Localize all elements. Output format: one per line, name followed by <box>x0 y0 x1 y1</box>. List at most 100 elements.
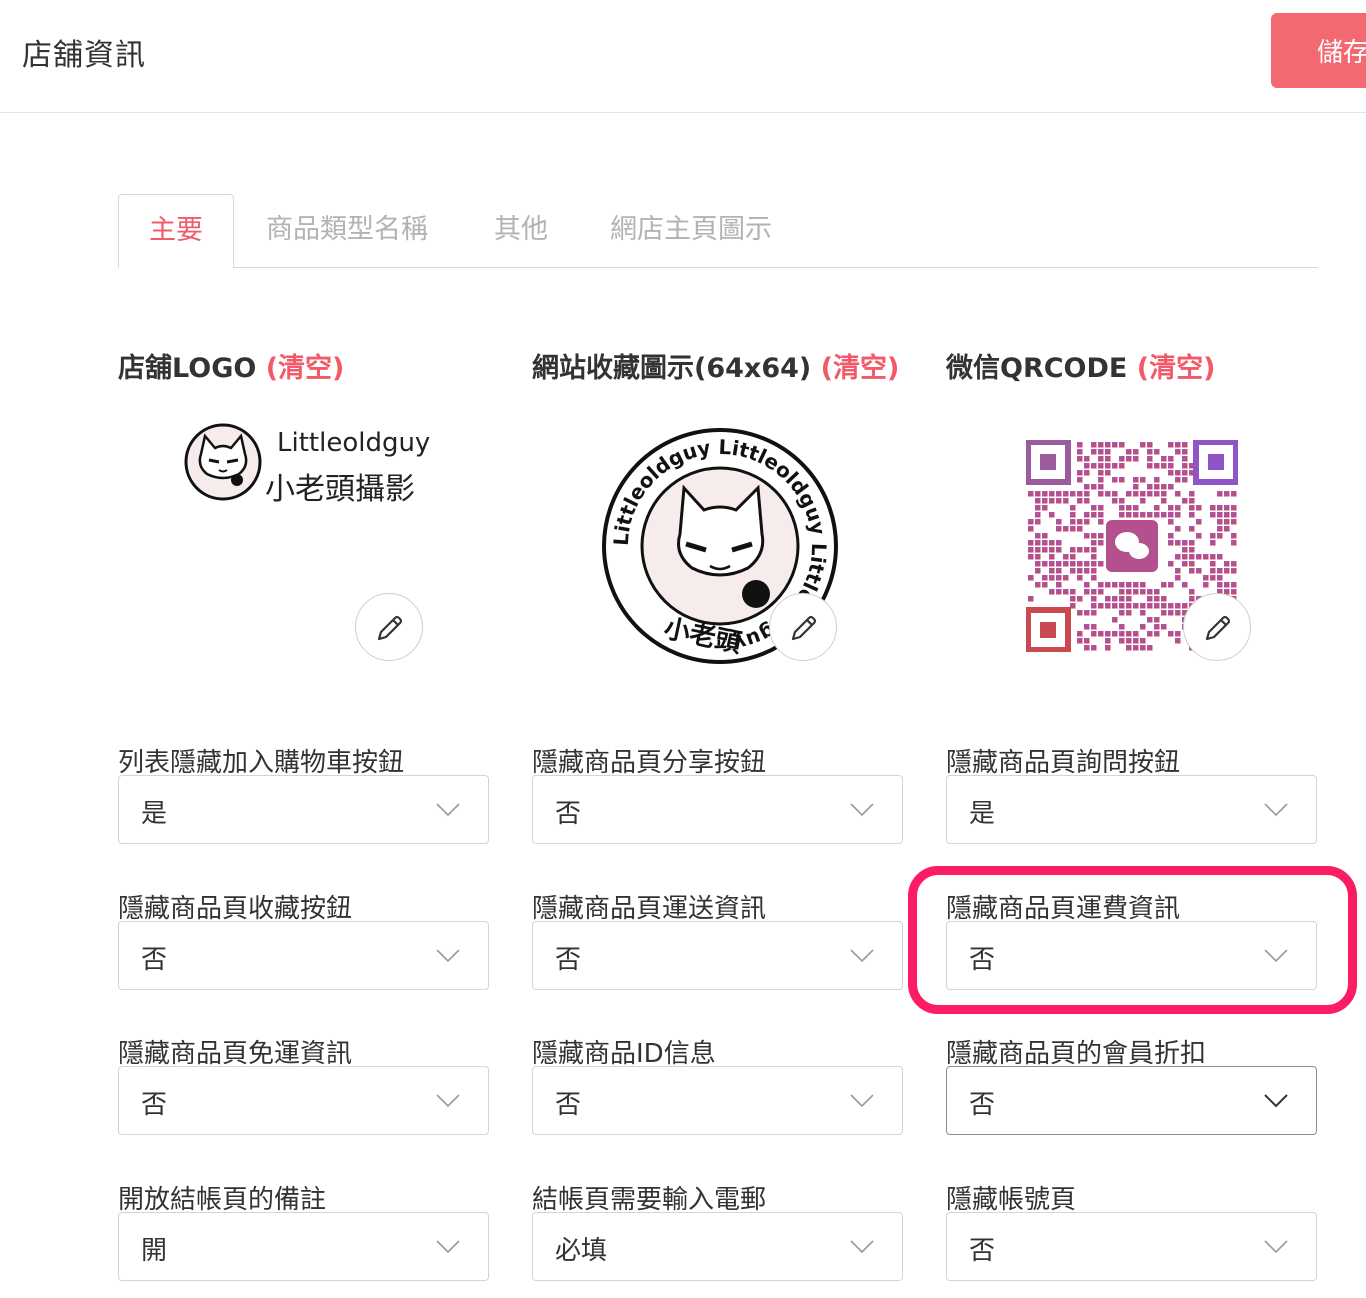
select-value: 否 <box>969 1090 996 1120</box>
qr-module <box>1154 603 1160 609</box>
qr-module <box>1070 512 1076 518</box>
qr-module <box>1077 561 1083 567</box>
qr-module <box>1056 575 1062 581</box>
qr-module <box>1126 603 1132 609</box>
chevron-down-icon <box>436 1094 460 1108</box>
qr-module <box>1189 512 1195 518</box>
qr-module <box>1112 596 1118 602</box>
edit-logo-button[interactable] <box>355 593 423 661</box>
qr-module <box>1105 456 1111 462</box>
select-hide-shipping-info[interactable]: 否 <box>532 921 903 990</box>
qr-module <box>1035 540 1041 546</box>
qr-module <box>1126 645 1132 651</box>
qr-module <box>1112 442 1118 448</box>
qr-module <box>1189 547 1195 553</box>
qr-module <box>1161 456 1167 462</box>
qr-module <box>1217 582 1223 588</box>
qr-module <box>1140 589 1146 595</box>
select-hide-inquiry[interactable]: 是 <box>946 775 1317 844</box>
select-hide-favorite[interactable]: 否 <box>118 921 489 990</box>
save-button[interactable]: 儲存 <box>1271 13 1366 88</box>
qr-module <box>1084 547 1090 553</box>
select-value: 否 <box>141 1090 168 1120</box>
qr-module <box>1119 589 1125 595</box>
qr-module <box>1133 456 1139 462</box>
qr-module <box>1175 638 1181 644</box>
wechat-clear-link[interactable]: (清空) <box>1137 353 1216 384</box>
select-checkout-email[interactable]: 必填 <box>532 1212 903 1281</box>
field-label-checkout-note: 開放結帳頁的備註 <box>118 1185 327 1215</box>
qr-module <box>1217 533 1223 539</box>
qr-module <box>1126 631 1132 637</box>
qr-module <box>1133 589 1139 595</box>
qr-module <box>1140 624 1146 630</box>
qr-module <box>1049 491 1055 497</box>
qr-module <box>1133 645 1139 651</box>
tab-shop-home-icon[interactable]: 網店主頁圖示 <box>610 194 772 268</box>
qr-module <box>1126 449 1132 455</box>
qr-module <box>1042 505 1048 511</box>
qr-module <box>1189 526 1195 532</box>
qr-module <box>1056 582 1062 588</box>
tab-product-type-names[interactable]: 商品類型名稱 <box>266 194 428 268</box>
qr-module <box>1217 505 1223 511</box>
edit-favicon-button[interactable] <box>769 593 837 661</box>
qr-module <box>1035 533 1041 539</box>
qr-module <box>1112 631 1118 637</box>
shop-logo-image: Littleoldguy 小老頭攝影 <box>183 420 433 510</box>
qr-module <box>1182 442 1188 448</box>
qr-module <box>1084 645 1090 651</box>
qr-module <box>1035 568 1041 574</box>
qr-module <box>1084 498 1090 504</box>
qr-module <box>1126 582 1132 588</box>
qr-module <box>1133 582 1139 588</box>
qr-module <box>1231 519 1237 525</box>
select-hide-list-cart[interactable]: 是 <box>118 775 489 844</box>
select-hide-share[interactable]: 否 <box>532 775 903 844</box>
qr-module <box>1028 575 1034 581</box>
qr-module <box>1084 533 1090 539</box>
qr-module <box>1098 470 1104 476</box>
logo-brand-zh: 小老頭攝影 <box>265 472 415 507</box>
qr-module <box>1042 533 1048 539</box>
tab-main[interactable]: 主要 <box>118 194 234 268</box>
qr-module <box>1098 589 1104 595</box>
qr-module <box>1049 589 1055 595</box>
favicon-clear-link[interactable]: (清空) <box>821 353 900 384</box>
qr-module <box>1175 442 1181 448</box>
qr-module <box>1063 498 1069 504</box>
field-label-hide-free-shipping: 隱藏商品頁免運資訊 <box>118 1039 353 1069</box>
qr-module <box>1196 519 1202 525</box>
qr-module <box>1119 631 1125 637</box>
tab-other[interactable]: 其他 <box>494 194 548 268</box>
select-hide-member-discount[interactable]: 否 <box>946 1066 1317 1135</box>
qr-module <box>1189 561 1195 567</box>
qr-module <box>1070 589 1076 595</box>
qr-module <box>1091 484 1097 490</box>
qr-module <box>1070 547 1076 553</box>
qr-module <box>1175 610 1181 616</box>
select-hide-free-shipping[interactable]: 否 <box>118 1066 489 1135</box>
qr-module <box>1182 540 1188 546</box>
favicon-title: 網站收藏圖示(64x64) (清空) <box>532 346 899 385</box>
qr-module <box>1049 561 1055 567</box>
qr-module <box>1161 498 1167 504</box>
qr-module <box>1231 505 1237 511</box>
qr-module <box>1098 519 1104 525</box>
qr-module <box>1049 540 1055 546</box>
edit-wechat-qr-button[interactable] <box>1183 593 1251 661</box>
select-hide-account-page[interactable]: 否 <box>946 1212 1317 1281</box>
select-checkout-note[interactable]: 開 <box>118 1212 489 1281</box>
qr-module <box>1224 582 1230 588</box>
select-hide-product-id[interactable]: 否 <box>532 1066 903 1135</box>
qr-module <box>1063 575 1069 581</box>
qr-module <box>1189 589 1195 595</box>
qr-module <box>1133 449 1139 455</box>
qr-module <box>1077 519 1083 525</box>
qr-module <box>1175 526 1181 532</box>
qr-module <box>1112 603 1118 609</box>
logo-brand-en: Littleoldguy <box>277 428 431 458</box>
qr-module <box>1154 589 1160 595</box>
logo-clear-link[interactable]: (清空) <box>266 353 345 384</box>
qr-module <box>1119 463 1125 469</box>
